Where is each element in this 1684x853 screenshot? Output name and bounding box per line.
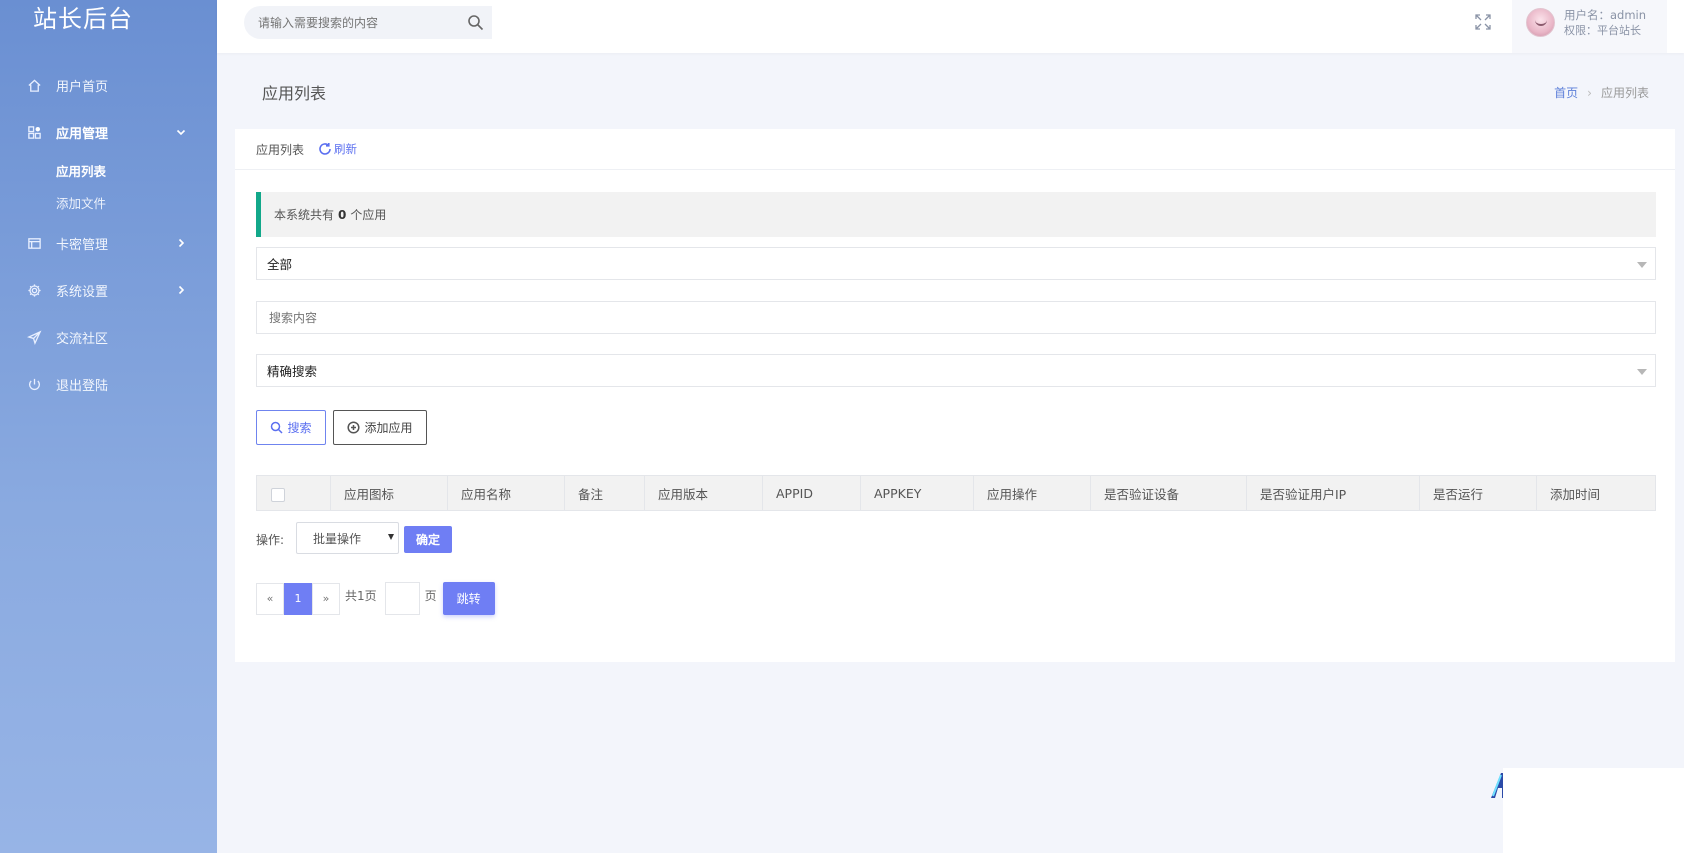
add-app-button[interactable]: 添加应用 <box>333 410 427 445</box>
global-search-input[interactable] <box>244 6 444 39</box>
sidebar-item-label: 退出登陆 <box>56 379 109 394</box>
table-header-select <box>257 476 331 510</box>
table-header-cell: 是否验证设备 <box>1091 476 1247 510</box>
batch-operation-label: 操作: <box>256 533 285 547</box>
sidebar-subnav: 应用列表 添加文件 <box>0 156 217 220</box>
table-header-cell: APPID <box>763 476 861 510</box>
sidebar-item-logout[interactable]: 退出登陆 <box>0 361 217 408</box>
caret-down-icon <box>1637 262 1647 268</box>
refresh-button[interactable]: 刷新 <box>318 141 357 157</box>
card-title: 应用列表 <box>256 142 305 157</box>
top-header: 用户名：admin 权限：平台站长 <box>217 0 1684 53</box>
table-header-cell: 添加时间 <box>1550 486 1601 502</box>
notice-prefix: 本系统共有 <box>274 208 335 222</box>
card-header: 应用列表 刷新 <box>235 129 1675 170</box>
table-header-cell: 是否验证用户IP <box>1247 476 1420 510</box>
search-mode-select[interactable]: 精确搜索 <box>256 354 1656 387</box>
sidebar-item-label: 系统设置 <box>56 285 109 300</box>
search-button-label: 搜索 <box>287 421 312 435</box>
breadcrumb-current: 应用列表 <box>1600 86 1649 100</box>
notice-suffix: 个应用 <box>350 208 387 222</box>
gear-icon <box>26 283 42 299</box>
search-input[interactable] <box>267 302 1655 333</box>
corner-overlay <box>1503 768 1684 853</box>
search-button[interactable]: 搜索 <box>256 410 326 445</box>
page-total: 共1页 <box>345 589 377 603</box>
sidebar-item-label: 应用管理 <box>56 127 109 142</box>
add-app-button-label: 添加应用 <box>364 421 413 435</box>
sidebar-subitem-add-file[interactable]: 添加文件 <box>56 188 217 220</box>
search-field <box>256 301 1656 334</box>
sidebar-item-system-settings[interactable]: 系统设置 <box>0 267 217 314</box>
caret-down-icon <box>1637 369 1647 375</box>
batch-operation-select[interactable]: 批量操作 <box>296 522 399 554</box>
sidebar-item-label: 卡密管理 <box>56 238 109 253</box>
table-header-cell: 应用操作 <box>974 476 1091 510</box>
fullscreen-icon[interactable] <box>1474 13 1492 31</box>
table-header-cell: 应用名称 <box>448 476 565 510</box>
search-mode-value: 精确搜索 <box>267 364 318 379</box>
next-page-button[interactable]: » <box>312 582 340 615</box>
app-list-card: 应用列表 刷新 本系统共有0个应用 全部 精确搜索 搜索 添加应用 应用图标 应… <box>235 129 1675 662</box>
plus-circle-icon <box>347 421 361 434</box>
avatar[interactable] <box>1526 8 1555 37</box>
user-menu[interactable]: 用户名：admin 权限：平台站长 <box>1512 0 1667 53</box>
user-name: 用户名：admin <box>1564 8 1647 22</box>
breadcrumb-home-link[interactable]: 首页 <box>1554 86 1578 100</box>
card-icon <box>26 236 42 252</box>
page-title: 应用列表 <box>262 84 327 103</box>
caret-down-icon <box>388 534 394 540</box>
sidebar-subitem-app-list[interactable]: 应用列表 <box>56 156 217 188</box>
breadcrumb: 首页 › 应用列表 <box>1554 84 1649 101</box>
page-number-current[interactable]: 1 <box>284 582 312 615</box>
global-search <box>244 6 492 39</box>
filter-select[interactable]: 全部 <box>256 247 1656 280</box>
apps-icon <box>26 125 42 141</box>
refresh-icon <box>319 143 331 155</box>
page-unit-label: 页 <box>424 589 437 603</box>
send-icon <box>26 330 42 346</box>
app-count-notice: 本系统共有 0 个应用 <box>256 192 1656 237</box>
sidebar-item-app-management[interactable]: 应用管理 <box>0 109 217 156</box>
home-icon <box>26 78 42 94</box>
table-header-cell: 应用图标 <box>331 476 448 510</box>
pagination: « 1 » 共1页 页 跳转 <box>256 582 495 615</box>
confirm-button[interactable]: 确定 <box>404 526 452 553</box>
notice-count: 0 <box>338 207 347 222</box>
sidebar: 站长后台 用户首页 应用管理 应用列表 添加文件 卡密管理 系统设置 交流社区 <box>0 0 217 853</box>
table-header-cell: APPKEY <box>861 476 974 510</box>
page-jump-button[interactable]: 跳转 <box>442 582 495 615</box>
chevron-down-icon <box>175 126 187 138</box>
sidebar-item-home[interactable]: 用户首页 <box>0 62 217 109</box>
search-icon <box>271 421 284 434</box>
search-icon[interactable] <box>467 14 484 31</box>
chevron-right-icon <box>175 237 187 249</box>
sidebar-item-card-management[interactable]: 卡密管理 <box>0 220 217 267</box>
page-jump-input[interactable] <box>384 582 420 615</box>
sidebar-item-label: 用户首页 <box>56 80 109 95</box>
refresh-label: 刷新 <box>334 142 358 156</box>
filter-select-value: 全部 <box>267 257 293 272</box>
sidebar-item-community[interactable]: 交流社区 <box>0 314 217 361</box>
breadcrumb-separator: › <box>1587 86 1592 100</box>
user-role: 权限：平台站长 <box>1564 24 1641 37</box>
table-header-cell: 备注 <box>565 476 645 510</box>
sidebar-item-label: 交流社区 <box>56 332 109 347</box>
brand-title: 站长后台 <box>33 5 133 33</box>
sidebar-nav: 用户首页 应用管理 应用列表 添加文件 卡密管理 系统设置 交流社区 退出登陆 <box>0 62 217 408</box>
app-table-header: 应用图标 应用名称 备注 应用版本 APPID APPKEY 应用操作 是否验证… <box>256 475 1656 511</box>
table-header-cell: 应用版本 <box>645 476 763 510</box>
prev-page-button[interactable]: « <box>256 582 284 615</box>
chevron-right-icon <box>175 284 187 296</box>
batch-operation-value: 批量操作 <box>313 531 362 546</box>
table-header-cell: 是否运行 <box>1420 476 1537 510</box>
power-icon <box>26 377 42 393</box>
select-all-checkbox[interactable] <box>271 488 285 502</box>
